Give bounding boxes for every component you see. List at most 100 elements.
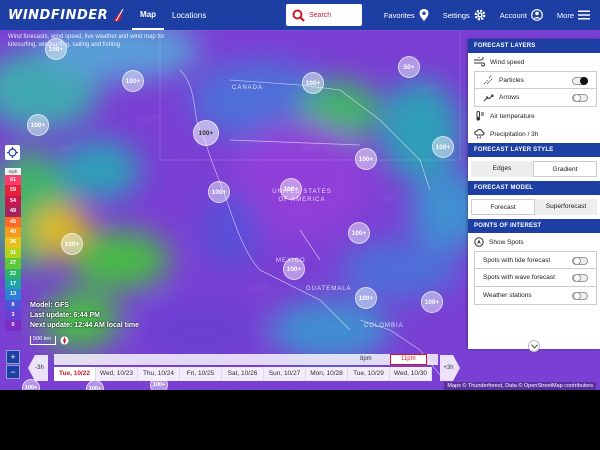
- spot-cluster[interactable]: 50+: [398, 56, 420, 78]
- day-tab[interactable]: Mon, 10/28: [306, 367, 348, 381]
- settings-label: Settings: [442, 10, 470, 20]
- model-option-superforecast[interactable]: Superforecast: [535, 199, 597, 215]
- spot-cluster[interactable]: 100+: [45, 38, 67, 60]
- search-box[interactable]: [286, 4, 362, 26]
- legend-value: 8: [5, 299, 21, 311]
- particles-icon: [483, 75, 493, 85]
- weather-stations-label: Weather stations: [483, 292, 532, 299]
- poi-tide-spots[interactable]: Spots with tide forecast: [474, 251, 597, 269]
- wind-icon: [474, 57, 485, 67]
- style-option-gradient[interactable]: Gradient: [533, 161, 597, 177]
- favorites-button[interactable]: Favorites: [384, 9, 429, 21]
- panel-scroll-down-button[interactable]: [528, 340, 540, 352]
- spot-cluster[interactable]: 100+: [122, 70, 144, 92]
- label-canada: CANADA: [232, 85, 264, 91]
- map-settings-panel: FORECAST LAYERS Wind speed Particles Arr…: [468, 39, 600, 349]
- layer-particles[interactable]: Particles: [474, 71, 597, 89]
- logo-sail-icon: [113, 8, 124, 22]
- spot-cluster[interactable]: 100+: [193, 120, 219, 146]
- poi-show-spots[interactable]: Show Spots: [468, 233, 600, 251]
- day-tab-current[interactable]: Tue, 10/22: [54, 367, 96, 381]
- wave-spots-toggle[interactable]: [572, 274, 588, 282]
- model-option-forecast[interactable]: Forecast: [471, 199, 535, 215]
- spot-cluster[interactable]: 100+: [280, 178, 302, 200]
- more-menu-button[interactable]: More: [557, 10, 590, 20]
- search-icon[interactable]: [292, 9, 305, 22]
- map-attribution: Maps © Thunderforest, Data © OpenStreetM…: [444, 382, 596, 390]
- hour-label-current[interactable]: 11pm: [390, 354, 427, 365]
- spot-cluster[interactable]: 100+: [355, 148, 377, 170]
- layer-precipitation[interactable]: Precipitation / 3h: [468, 125, 600, 143]
- weather-stations-toggle[interactable]: [572, 292, 588, 300]
- show-spots-label: Show Spots: [489, 238, 524, 246]
- particles-toggle[interactable]: [572, 77, 588, 85]
- day-tab[interactable]: Wed, 10/30: [390, 367, 432, 381]
- legend-value: 49: [5, 206, 21, 217]
- favorites-label: Favorites: [383, 10, 415, 20]
- step-forward-button[interactable]: +3h: [440, 355, 460, 381]
- spot-cluster[interactable]: 100+: [27, 114, 49, 136]
- wind-speed-legend[interactable]: mph 61 59 54 49 45 40 36 31 27 22 17 13 8 3 0: [5, 168, 21, 331]
- day-tab[interactable]: Fri, 10/25: [180, 367, 222, 381]
- poi-header: POINTS OF INTEREST: [468, 219, 600, 233]
- hour-label[interactable]: 8pm: [360, 354, 372, 365]
- legend-value: 22: [5, 268, 21, 279]
- spot-cluster[interactable]: 100+: [432, 136, 454, 158]
- model-info: Model: GFS Last update: 6:44 PM Next upd…: [30, 301, 139, 331]
- header-actions: Favorites Settings Account More: [384, 0, 590, 30]
- location-arrow-icon: [474, 237, 484, 247]
- air-temperature-label: Air temperature: [490, 112, 535, 120]
- wind-speed-label: Wind speed: [490, 58, 525, 66]
- gear-icon: [474, 9, 486, 21]
- cloud-rain-icon: [474, 129, 485, 139]
- day-tab[interactable]: Tue, 10/29: [348, 367, 390, 381]
- style-selector: Edges Gradient: [468, 157, 600, 181]
- step-back-button[interactable]: -3h: [28, 355, 48, 381]
- spot-cluster[interactable]: 100+: [61, 233, 83, 255]
- spot-cluster[interactable]: 100+: [208, 181, 230, 203]
- top-navigation-bar: WINDFINDER Map Locations Favorites: [0, 0, 600, 30]
- crosshair-icon: [7, 147, 18, 158]
- legend-value: 45: [5, 216, 21, 227]
- precipitation-label: Precipitation / 3h: [490, 130, 539, 138]
- spot-cluster[interactable]: 100+: [355, 287, 377, 309]
- layer-air-temperature[interactable]: Air temperature: [468, 107, 600, 125]
- thermometer-icon: [476, 111, 484, 121]
- legend-value: 0: [5, 320, 21, 331]
- day-tab[interactable]: Sun, 10/27: [264, 367, 306, 381]
- legend-value: 40: [5, 226, 21, 238]
- model-selector: Forecast Superforecast: [468, 195, 600, 219]
- spot-cluster[interactable]: 100+: [283, 258, 305, 280]
- map-pin-icon: [419, 9, 429, 21]
- style-option-edges[interactable]: Edges: [471, 161, 533, 177]
- day-tab[interactable]: Thu, 10/24: [138, 367, 180, 381]
- account-button[interactable]: Account: [500, 9, 543, 21]
- day-tab[interactable]: Wed, 10/23: [96, 367, 138, 381]
- nav-tab-locations[interactable]: Locations: [164, 0, 214, 30]
- arrows-label: Arrows: [499, 94, 520, 101]
- tide-spots-toggle[interactable]: [572, 257, 588, 265]
- legend-unit: mph: [5, 168, 21, 175]
- spot-cluster[interactable]: 100+: [302, 72, 324, 94]
- windfinder-logo[interactable]: WINDFINDER: [0, 0, 132, 30]
- spot-cluster[interactable]: 100+: [421, 291, 443, 313]
- zoom-out-button[interactable]: −: [6, 365, 20, 379]
- legend-value: 17: [5, 278, 21, 290]
- app-root: WINDFINDER Map Locations Favorites: [0, 0, 600, 390]
- user-circle-icon: [531, 9, 543, 21]
- zoom-in-button[interactable]: +: [6, 350, 20, 364]
- locate-me-button[interactable]: [5, 145, 20, 160]
- spot-cluster[interactable]: 100+: [348, 222, 370, 244]
- layer-wind-speed[interactable]: Wind speed: [468, 53, 600, 71]
- nav-tab-map[interactable]: Map: [132, 0, 164, 30]
- search-input[interactable]: [309, 11, 353, 19]
- settings-button[interactable]: Settings: [443, 9, 486, 21]
- arrows-toggle[interactable]: [572, 94, 588, 102]
- layer-arrows[interactable]: Arrows: [474, 89, 597, 107]
- zoom-controls: + −: [6, 350, 20, 380]
- poi-weather-stations[interactable]: Weather stations: [474, 287, 597, 305]
- day-tab[interactable]: Sat, 10/26: [222, 367, 264, 381]
- legend-value: 36: [5, 237, 21, 248]
- poi-wave-spots[interactable]: Spots with wave forecast: [474, 269, 597, 287]
- label-guatemala: GUATEMALA: [306, 286, 352, 292]
